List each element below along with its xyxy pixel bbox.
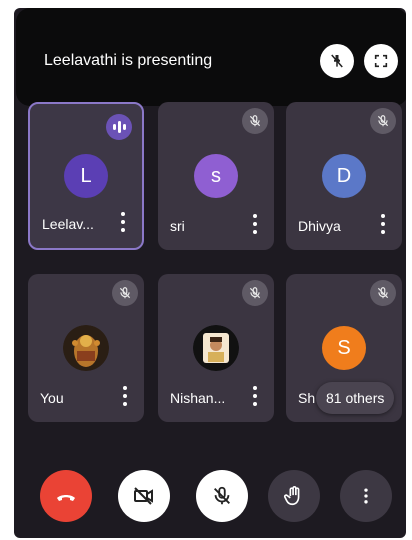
mic-toggle-button[interactable] — [196, 470, 248, 522]
avatar-photo — [63, 325, 109, 371]
participant-name: You — [40, 390, 64, 406]
mic-off-icon — [214, 486, 230, 505]
more-options-icon[interactable] — [380, 214, 386, 234]
phone-hangup-icon — [57, 495, 75, 501]
participant-tile-nishan[interactable]: Nishan... — [158, 274, 274, 422]
avatar-initial: S — [337, 336, 351, 359]
avatar-initial: D — [336, 164, 352, 187]
camera-toggle-button[interactable] — [118, 470, 170, 522]
mic-off-icon — [242, 108, 268, 134]
fullscreen-button[interactable] — [364, 44, 398, 78]
participant-tile-you[interactable]: You — [28, 274, 144, 422]
participant-name: Dhivya — [298, 218, 341, 234]
others-label: 81 others — [326, 390, 385, 406]
participant-tile-dhivya[interactable]: D Dhivya — [286, 102, 402, 250]
participant-name: Nishan... — [170, 390, 226, 406]
mic-off-icon — [112, 280, 138, 306]
meeting-screen: Leelavathi is presenting L Leelav... s s… — [14, 8, 406, 538]
mic-off-icon — [370, 108, 396, 134]
fullscreen-icon — [374, 54, 388, 68]
end-call-button[interactable] — [40, 470, 92, 522]
avatar: D — [322, 154, 366, 198]
presenting-banner[interactable]: Leelavathi is presenting — [16, 8, 406, 106]
avatar: S — [322, 326, 366, 370]
speaking-indicator-icon — [106, 114, 132, 140]
participant-name: sri — [170, 218, 185, 234]
avatar-initial: s — [211, 164, 221, 187]
pin-off-button[interactable] — [320, 44, 354, 78]
avatar-initial: L — [80, 164, 92, 187]
participant-tile-leelavathi[interactable]: L Leelav... — [28, 102, 144, 250]
presenting-text: Leelavathi is presenting — [44, 52, 213, 69]
more-vert-icon — [364, 488, 368, 504]
more-options-button[interactable] — [340, 470, 392, 522]
participant-tile-sri[interactable]: s sri — [158, 102, 274, 250]
more-options-icon[interactable] — [252, 386, 258, 406]
raise-hand-button[interactable] — [268, 470, 320, 522]
camera-off-icon — [134, 487, 153, 505]
hand-icon — [284, 486, 300, 506]
pin-off-icon — [331, 54, 343, 68]
mic-off-icon — [242, 280, 268, 306]
avatar: L — [64, 154, 108, 198]
avatar: s — [194, 154, 238, 198]
others-count-pill[interactable]: 81 others — [316, 382, 395, 414]
more-options-icon[interactable] — [122, 386, 128, 406]
mic-off-icon — [370, 280, 396, 306]
more-options-icon[interactable] — [120, 212, 126, 232]
avatar-photo — [193, 325, 239, 371]
participant-name: Leelav... — [42, 216, 94, 232]
participant-name: Sh — [298, 390, 316, 406]
more-options-icon[interactable] — [252, 214, 258, 234]
